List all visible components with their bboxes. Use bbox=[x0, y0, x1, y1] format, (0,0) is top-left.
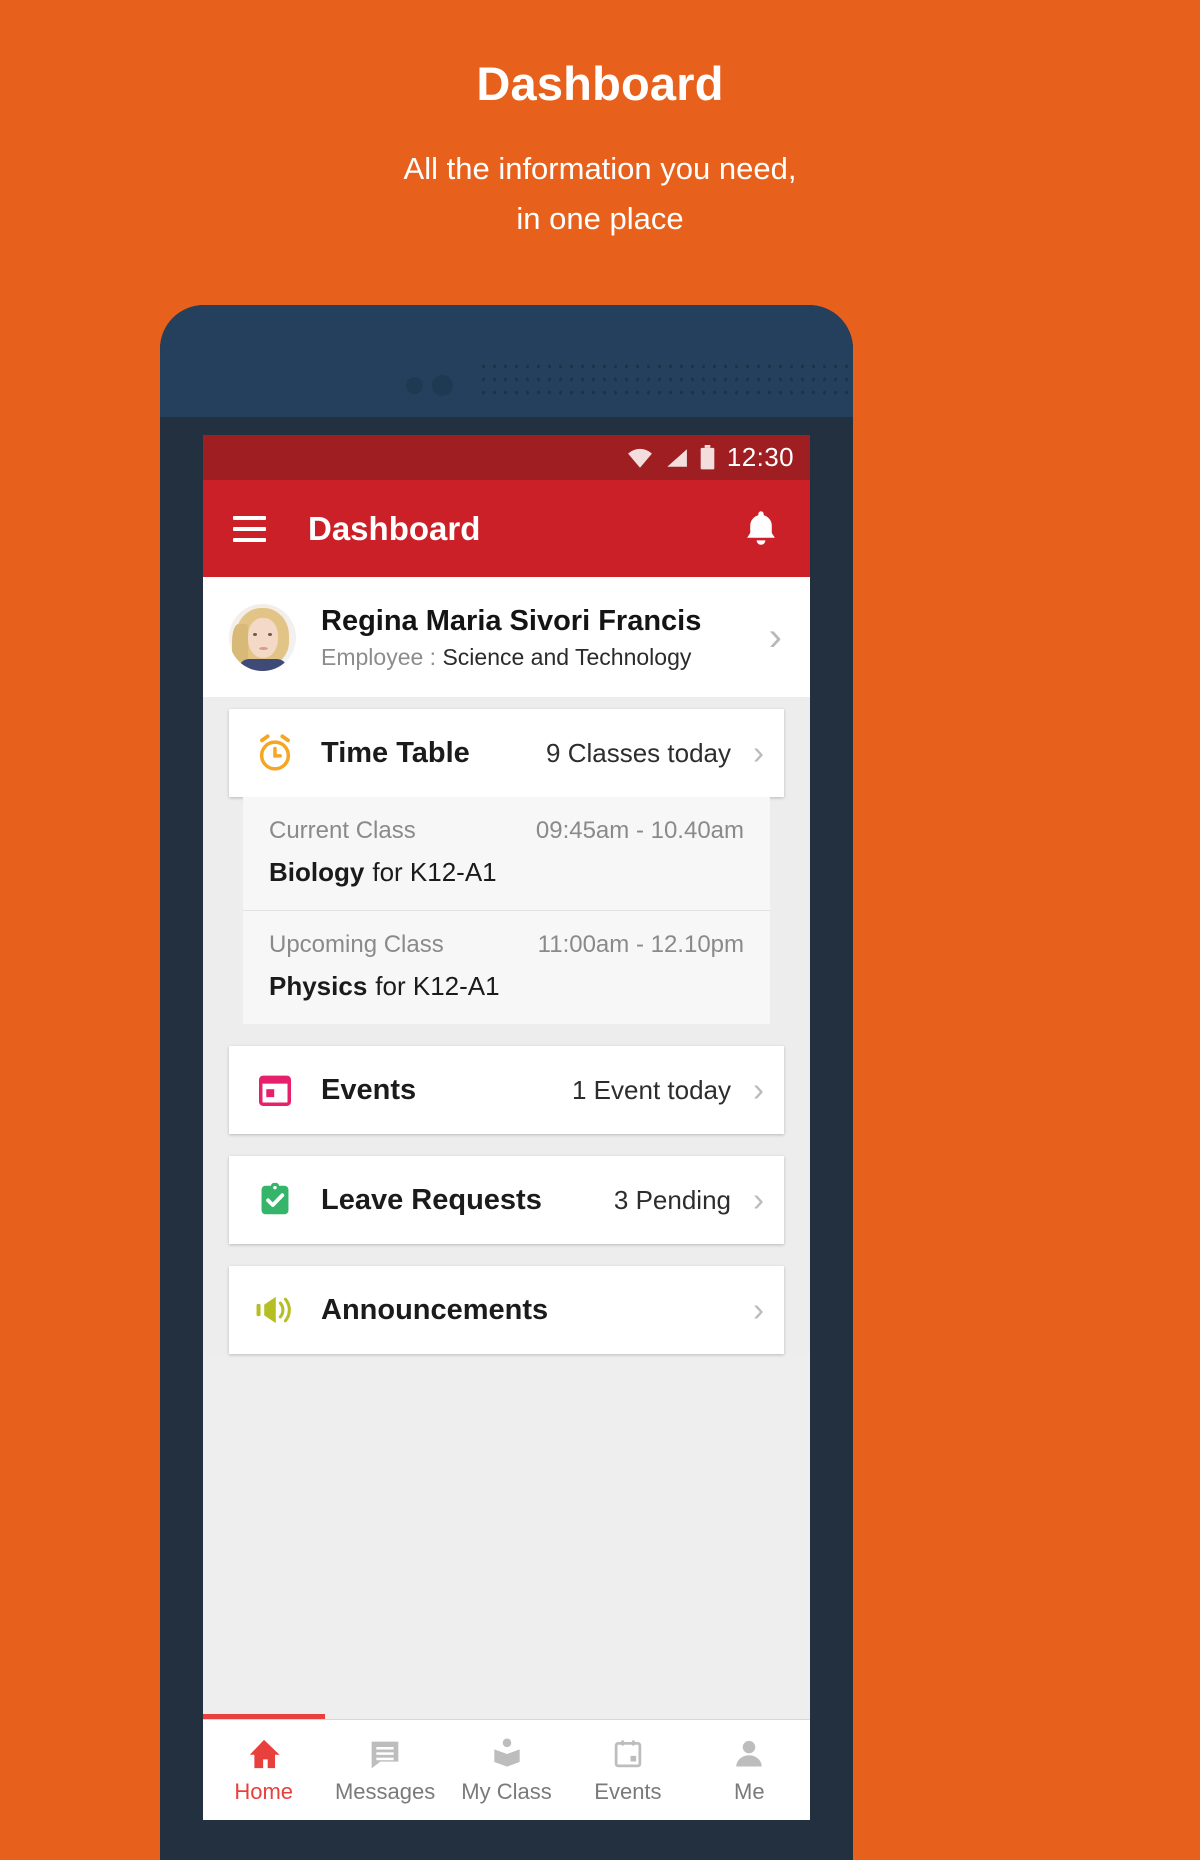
card-events-meta: 1 Event today bbox=[572, 1074, 731, 1105]
timetable-row-upcoming: Upcoming Class 11:00am - 12.10pm Physics… bbox=[243, 910, 770, 1024]
upcoming-class-time: 11:00am - 12.10pm bbox=[537, 931, 744, 958]
card-leave-requests-meta: 3 Pending bbox=[613, 1184, 731, 1215]
speaker-grille-icon bbox=[478, 360, 853, 402]
card-announcements[interactable]: Announcements › bbox=[229, 1266, 784, 1354]
book-icon bbox=[491, 1736, 523, 1770]
calendar-icon bbox=[253, 1071, 297, 1109]
home-icon bbox=[247, 1736, 281, 1770]
card-announcements-label: Announcements bbox=[321, 1293, 549, 1326]
nav-item-me-label: Me bbox=[734, 1778, 765, 1804]
upcoming-class-section: for K12-A1 bbox=[375, 971, 500, 1001]
page-title: Dashboard bbox=[476, 57, 724, 110]
timetable-detail-panel: Current Class 09:45am - 10.40am Biology f… bbox=[243, 797, 770, 1024]
promo-header: Dashboard All the information you need, … bbox=[0, 0, 1200, 244]
nav-item-my-class-label: My Class bbox=[461, 1778, 552, 1804]
clipboard-check-icon bbox=[253, 1181, 297, 1219]
wifi-icon bbox=[628, 448, 652, 468]
card-events-chevron-icon[interactable]: › bbox=[753, 1071, 764, 1109]
profile-role: Employee : Science and Technology bbox=[321, 644, 769, 671]
profile-row[interactable]: Regina Maria Sivori Francis Employee : S… bbox=[203, 577, 810, 697]
bottom-navigation-wrapper: Home Messages My Class Events Me bbox=[203, 1714, 810, 1820]
card-leave-requests-chevron-icon[interactable]: › bbox=[753, 1181, 764, 1219]
timetable-row-current: Current Class 09:45am - 10.40am Biology f… bbox=[243, 797, 770, 910]
nav-item-events[interactable]: Events bbox=[567, 1736, 688, 1805]
app-bar-title: Dashboard bbox=[308, 509, 481, 547]
nav-item-messages-label: Messages bbox=[334, 1778, 436, 1804]
nav-item-me[interactable]: Me bbox=[689, 1736, 810, 1805]
message-icon bbox=[369, 1736, 401, 1770]
profile-name: Regina Maria Sivori Francis bbox=[321, 604, 702, 637]
sensor-dot-icon bbox=[406, 377, 423, 394]
promo-subtitle: All the information you need, in one pla… bbox=[0, 144, 1200, 244]
card-announcements-chevron-icon[interactable]: › bbox=[753, 1291, 764, 1329]
current-class-section: for K12-A1 bbox=[372, 857, 497, 887]
bottom-navigation: Home Messages My Class Events Me bbox=[203, 1720, 810, 1820]
current-class-label: Current Class bbox=[269, 817, 416, 844]
sensor-dot-2-icon bbox=[432, 375, 453, 396]
person-icon bbox=[734, 1736, 764, 1770]
status-bar: 12:30 bbox=[203, 435, 810, 480]
card-leave-requests[interactable]: Leave Requests 3 Pending › bbox=[229, 1156, 784, 1244]
promo-subtitle-line2: in one place bbox=[516, 200, 684, 236]
bell-icon[interactable] bbox=[744, 510, 778, 548]
status-bar-time: 12:30 bbox=[726, 442, 794, 472]
card-time-table[interactable]: Time Table 9 Classes today › bbox=[229, 709, 784, 797]
alarm-clock-icon bbox=[253, 733, 297, 773]
card-events-label: Events bbox=[321, 1073, 417, 1106]
phone-screen: 12:30 Dashboard Regina Maria Sivori Fran… bbox=[203, 435, 810, 1820]
nav-item-my-class[interactable]: My Class bbox=[446, 1736, 567, 1805]
nav-item-home[interactable]: Home bbox=[203, 1736, 324, 1805]
card-time-table-meta: 9 Classes today bbox=[546, 737, 731, 768]
signal-icon bbox=[667, 448, 687, 467]
dashboard-content: Time Table 9 Classes today › Current Cla… bbox=[203, 697, 810, 1354]
phone-top-bezel bbox=[160, 305, 853, 417]
card-events[interactable]: Events 1 Event today › bbox=[229, 1046, 784, 1134]
profile-chevron-icon[interactable]: › bbox=[769, 617, 782, 657]
avatar bbox=[229, 603, 296, 671]
current-class-subject: Biology bbox=[269, 857, 365, 887]
app-bar: Dashboard bbox=[203, 480, 810, 577]
phone-mockup: 12:30 Dashboard Regina Maria Sivori Fran… bbox=[160, 305, 853, 1860]
hamburger-menu-icon[interactable] bbox=[233, 509, 266, 549]
upcoming-class-label: Upcoming Class bbox=[269, 931, 444, 958]
profile-role-label: Employee : bbox=[321, 644, 437, 671]
calendar-icon bbox=[613, 1736, 643, 1770]
card-time-table-chevron-icon[interactable]: › bbox=[753, 734, 764, 772]
nav-item-events-label: Events bbox=[594, 1778, 662, 1804]
card-leave-requests-label: Leave Requests bbox=[321, 1183, 542, 1216]
promo-subtitle-line1: All the information you need, bbox=[403, 150, 797, 186]
battery-icon bbox=[700, 445, 715, 470]
current-class-time: 09:45am - 10.40am bbox=[535, 817, 744, 844]
megaphone-icon bbox=[253, 1293, 297, 1327]
card-time-table-label: Time Table bbox=[321, 736, 470, 769]
upcoming-class-subject: Physics bbox=[269, 971, 368, 1001]
nav-item-home-label: Home bbox=[234, 1778, 294, 1804]
profile-department: Science and Technology bbox=[442, 644, 692, 671]
nav-item-messages[interactable]: Messages bbox=[324, 1736, 445, 1805]
